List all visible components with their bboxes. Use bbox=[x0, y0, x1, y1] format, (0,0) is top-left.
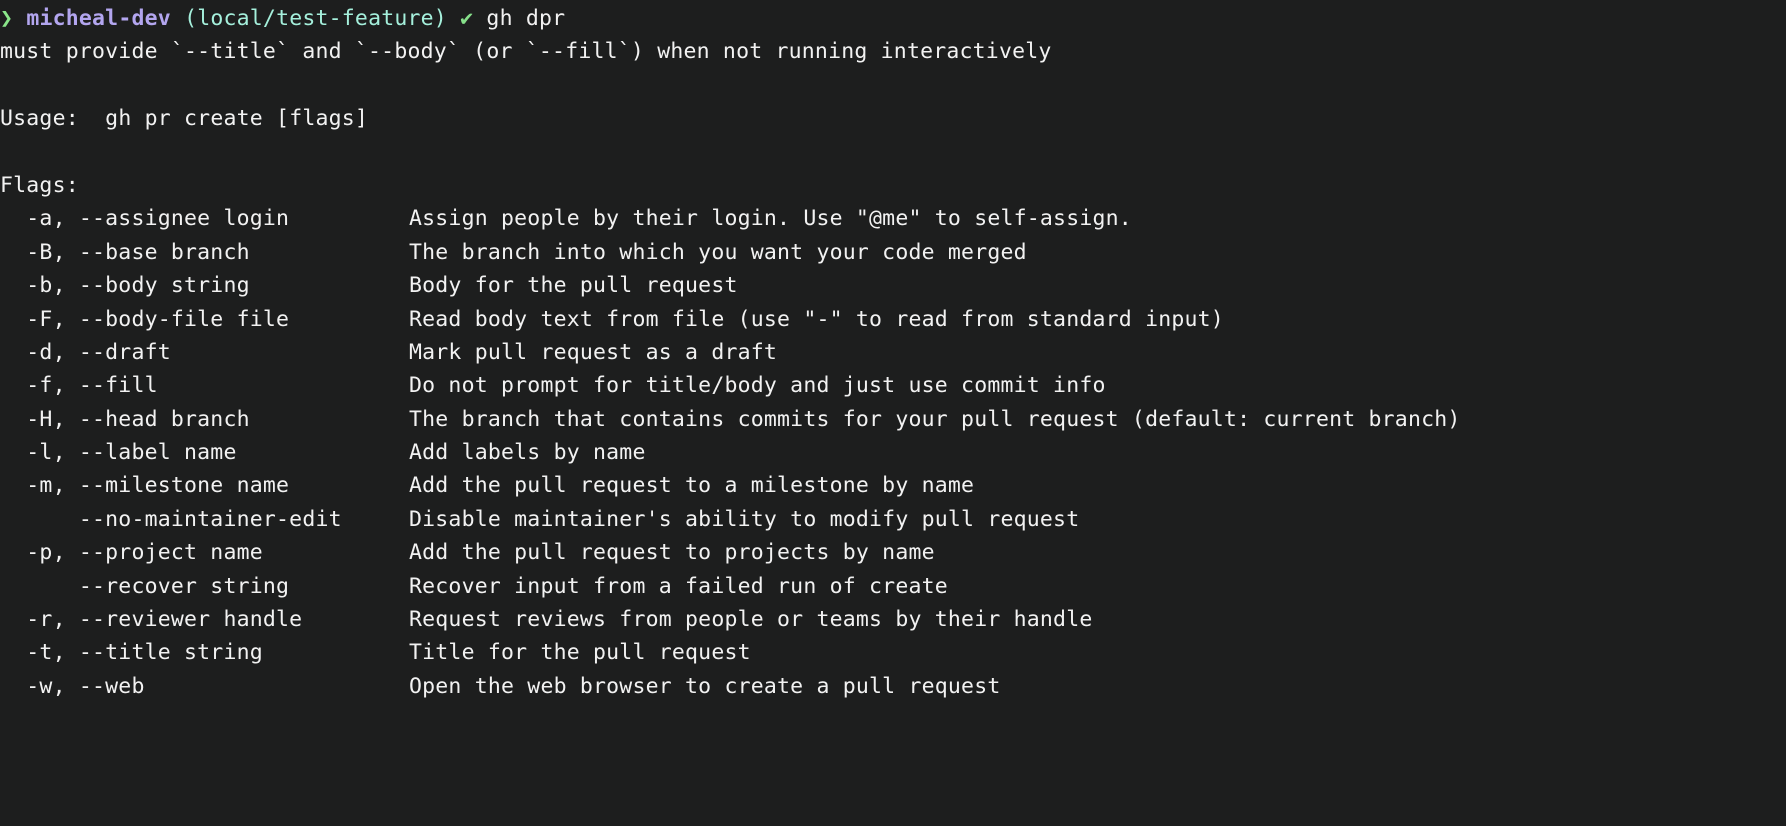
flag-row: -r, --reviewer handle Request reviews fro… bbox=[0, 603, 1786, 636]
prompt-space-2 bbox=[171, 6, 184, 31]
flag-row: -B, --base branch The branch into which y… bbox=[0, 236, 1786, 269]
flag-description: Open the web browser to create a pull re… bbox=[409, 673, 1001, 699]
flag-names: -d, --draft bbox=[0, 339, 171, 365]
flag-description: The branch that contains commits for you… bbox=[409, 406, 1461, 432]
flag-names: -F, --body-file file bbox=[0, 306, 290, 332]
flag-names: -l, --label name bbox=[0, 440, 237, 466]
flag-description: Disable maintainer's ability to modify p… bbox=[409, 506, 1080, 532]
prompt-line: ❯ micheal-dev (local/test-feature) ✔ gh … bbox=[0, 2, 1786, 35]
flag-row: -t, --title string Title for the pull req… bbox=[0, 636, 1786, 669]
flag-description: The branch into which you want your code… bbox=[409, 239, 1027, 265]
flag-description: Recover input from a failed run of creat… bbox=[409, 573, 948, 599]
flags-label: Flags: bbox=[0, 172, 79, 198]
flag-names: --no-maintainer-edit bbox=[0, 506, 342, 532]
flag-description: Request reviews from people or teams by … bbox=[409, 607, 1093, 633]
flag-description: Read body text from file (use "-" to rea… bbox=[409, 306, 1224, 332]
flag-names: -f, --fill bbox=[0, 373, 158, 399]
flag-row: -d, --draft Mark pull request as a draft bbox=[0, 336, 1786, 369]
prompt-space-4 bbox=[473, 6, 486, 31]
terminal-screen: ❯ micheal-dev (local/test-feature) ✔ gh … bbox=[0, 2, 1786, 703]
flag-names: -t, --title string bbox=[0, 640, 263, 666]
flag-names: -w, --web bbox=[0, 673, 145, 699]
flag-description: Add the pull request to a milestone by n… bbox=[409, 473, 975, 499]
flag-description: Title for the pull request bbox=[409, 640, 751, 666]
flag-description: Assign people by their login. Use "@me" … bbox=[409, 206, 1132, 232]
flag-names: -m, --milestone name bbox=[0, 473, 290, 499]
terminal-window[interactable]: ❯ micheal-dev (local/test-feature) ✔ gh … bbox=[0, 0, 1786, 826]
check-icon: ✔ bbox=[460, 6, 474, 31]
flag-description: Body for the pull request bbox=[409, 273, 738, 299]
flag-names: -p, --project name bbox=[0, 540, 263, 566]
usage-value: gh pr create [flags] bbox=[105, 106, 369, 132]
flag-row: -l, --label name Add labels by name bbox=[0, 436, 1786, 469]
command-input[interactable]: gh dpr bbox=[486, 6, 565, 31]
flag-names: -r, --reviewer handle bbox=[0, 607, 303, 633]
flag-row: -H, --head branch The branch that contain… bbox=[0, 403, 1786, 436]
flag-names: -B, --base branch bbox=[0, 239, 250, 265]
flag-row: --no-maintainer-edit Disable maintainer's… bbox=[0, 503, 1786, 536]
flag-names: -H, --head branch bbox=[0, 406, 250, 432]
flag-names: -a, --assignee login bbox=[0, 206, 290, 232]
flag-names: -b, --body string bbox=[0, 273, 250, 299]
flag-row: -p, --project name Add the pull request t… bbox=[0, 536, 1786, 569]
usage-gap bbox=[79, 106, 105, 131]
flag-row: -m, --milestone name Add the pull request… bbox=[0, 469, 1786, 502]
flag-row: -w, --web Open the web browser to create … bbox=[0, 670, 1786, 703]
usage-label: Usage: bbox=[0, 106, 79, 132]
prompt-symbol-icon: ❯ bbox=[0, 6, 14, 31]
flag-row: -b, --body string Body for the pull reque… bbox=[0, 269, 1786, 302]
usage-line: Usage: gh pr create [flags] bbox=[0, 102, 1786, 135]
prompt-space-3 bbox=[447, 6, 460, 31]
error-message: must provide `--title` and `--body` (or … bbox=[0, 39, 1052, 65]
prompt-user: micheal-dev bbox=[26, 6, 171, 31]
flag-row: --recover string Recover input from a fai… bbox=[0, 570, 1786, 603]
flag-description: Do not prompt for title/body and just us… bbox=[409, 373, 1106, 399]
flag-row: -f, --fill Do not prompt for title/body a… bbox=[0, 369, 1786, 402]
flag-description: Add labels by name bbox=[409, 440, 646, 466]
flag-row: -F, --body-file file Read body text from … bbox=[0, 303, 1786, 336]
flag-names: --recover string bbox=[0, 573, 290, 599]
flag-description: Add the pull request to projects by name bbox=[409, 540, 935, 566]
prompt-space-1 bbox=[13, 6, 26, 31]
flag-description: Mark pull request as a draft bbox=[409, 339, 778, 365]
flags-list: -a, --assignee login Assign people by the… bbox=[0, 202, 1786, 703]
prompt-branch: (local/test-feature) bbox=[184, 6, 447, 31]
flag-row: -a, --assignee login Assign people by the… bbox=[0, 202, 1786, 235]
